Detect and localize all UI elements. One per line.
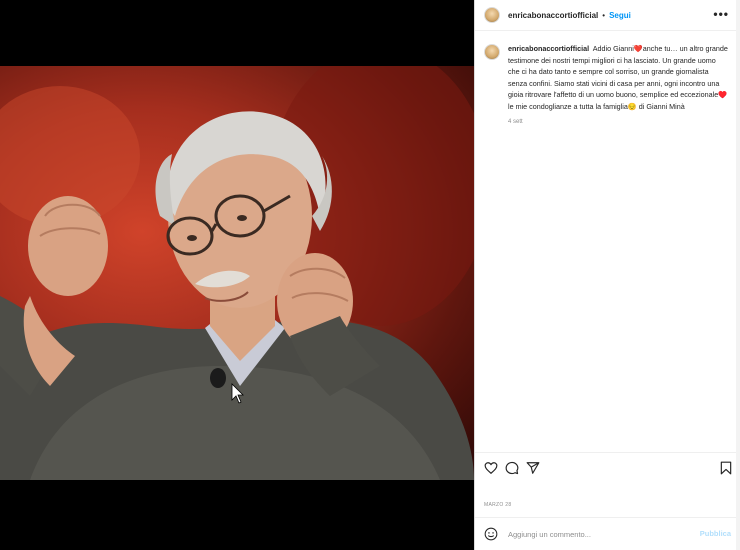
publish-button[interactable]: Pubblica bbox=[700, 529, 731, 538]
caption-body: enricabonaccortiofficial Addio Gianni❤️a… bbox=[508, 43, 728, 125]
post-date: MARZO 28 bbox=[484, 502, 512, 508]
follow-button[interactable]: Segui bbox=[609, 11, 631, 20]
caption-time[interactable]: 4 sett bbox=[508, 119, 728, 125]
comment-box: Pubblica bbox=[475, 517, 740, 550]
smiley-icon[interactable] bbox=[484, 527, 498, 541]
post-photo bbox=[0, 66, 474, 480]
caption-text: Addio Gianni❤️anche tu… un altro grande … bbox=[508, 44, 728, 111]
post-caption: enricabonaccortiofficial Addio Gianni❤️a… bbox=[484, 43, 734, 125]
send-icon[interactable] bbox=[526, 461, 540, 475]
bookmark-icon[interactable] bbox=[719, 461, 733, 475]
scrollbar[interactable] bbox=[736, 0, 740, 550]
comment-input[interactable] bbox=[508, 529, 678, 539]
post-actions bbox=[475, 452, 740, 492]
more-options-icon[interactable]: ••• bbox=[713, 7, 729, 21]
caption-username[interactable]: enricabonaccortiofficial bbox=[508, 44, 589, 53]
heart-icon[interactable] bbox=[484, 461, 498, 475]
comment-icon[interactable] bbox=[505, 461, 519, 475]
post-header: enricabonaccortiofficial • Segui ••• bbox=[475, 0, 740, 31]
post-side-panel: enricabonaccortiofficial • Segui ••• enr… bbox=[474, 0, 740, 550]
separator-dot: • bbox=[602, 10, 606, 20]
caption-text-block: enricabonaccortiofficial Addio Gianni❤️a… bbox=[508, 43, 728, 113]
author-avatar[interactable] bbox=[484, 7, 500, 23]
post-media bbox=[0, 0, 474, 550]
author-username[interactable]: enricabonaccortiofficial bbox=[508, 11, 598, 20]
caption-avatar[interactable] bbox=[484, 44, 500, 60]
